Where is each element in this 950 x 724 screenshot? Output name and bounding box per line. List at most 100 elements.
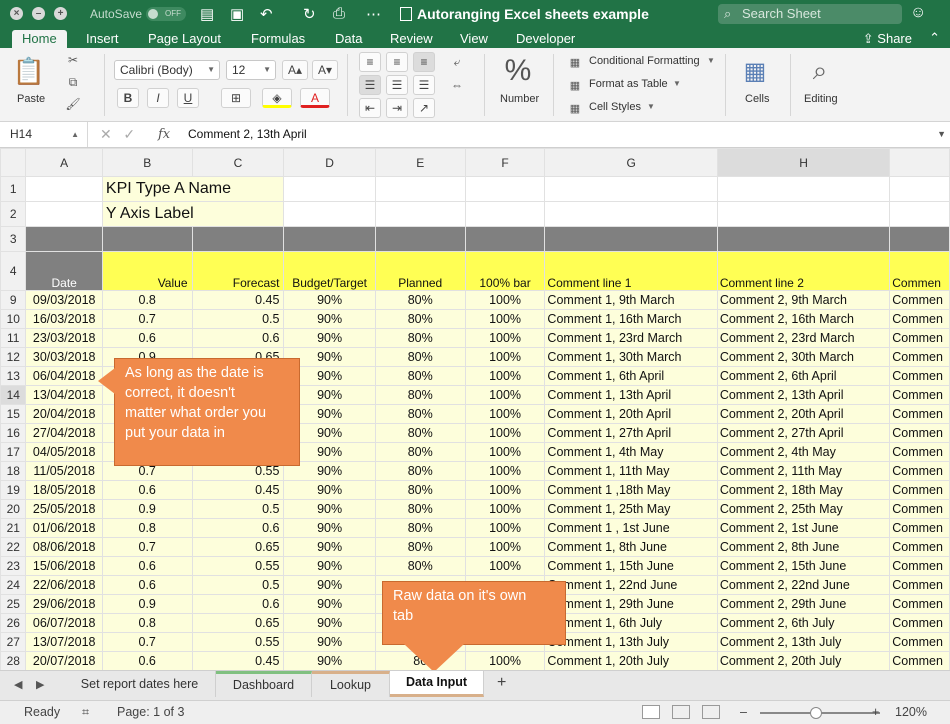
data-cell[interactable]: Comment 1, 23rd March — [544, 328, 718, 348]
data-cell[interactable]: Commen — [889, 347, 950, 367]
bold-button[interactable]: B — [117, 88, 139, 108]
data-cell[interactable]: 90% — [283, 613, 376, 633]
cell-a1[interactable] — [25, 176, 103, 202]
data-cell[interactable]: Comment 1 , 1st June — [544, 518, 718, 538]
copy-icon[interactable]: ⧉ — [64, 74, 82, 90]
tab-data[interactable]: Data — [325, 30, 372, 48]
align-center-icon[interactable]: ☰ — [386, 75, 408, 95]
undo-icon[interactable]: ↶ — [260, 5, 273, 23]
paste-icon[interactable]: 📋 — [12, 54, 46, 88]
italic-button[interactable]: I — [147, 88, 169, 108]
data-cell[interactable]: Comment 2, 27th April — [716, 423, 891, 443]
format-painter-icon[interactable]: 🖌 — [64, 96, 82, 112]
data-cell[interactable]: Commen — [889, 480, 950, 500]
data-cell[interactable]: 0.6 — [101, 328, 193, 348]
row-header[interactable]: 10 — [0, 309, 27, 329]
column-header-h[interactable]: H — [716, 148, 891, 177]
data-cell[interactable]: 80% — [374, 499, 466, 519]
row-header[interactable]: 16 — [0, 423, 27, 443]
gray-band-cell[interactable] — [889, 226, 950, 252]
data-cell[interactable]: 16/03/2018 — [25, 309, 103, 329]
decrease-indent-icon[interactable]: ⇤ — [359, 98, 381, 118]
row-header[interactable]: 17 — [0, 442, 27, 462]
data-cell[interactable]: 0.6 — [101, 480, 193, 500]
data-cell[interactable]: 100% — [464, 461, 546, 481]
gray-band-cell[interactable] — [25, 226, 103, 252]
data-cell[interactable]: Comment 2, 29th June — [716, 594, 891, 614]
data-cell[interactable]: 80% — [374, 461, 466, 481]
data-cell[interactable]: 0.6 — [191, 328, 285, 348]
column-heading-cell[interactable]: 100% bar — [464, 251, 546, 291]
editing-label[interactable]: Editing — [804, 93, 838, 105]
format-as-table-button[interactable]: Format as Table — [589, 78, 668, 90]
cell-styles-button[interactable]: Cell Styles — [589, 101, 641, 113]
row-header[interactable]: 12 — [0, 347, 27, 367]
data-cell[interactable]: 80% — [374, 328, 466, 348]
data-cell[interactable]: Commen — [889, 556, 950, 576]
column-heading-cell[interactable]: Planned — [374, 251, 466, 291]
customize-toolbar-icon[interactable]: ⋯ — [366, 5, 381, 23]
data-cell[interactable]: Commen — [889, 632, 950, 652]
data-cell[interactable]: Comment 1, 13th July — [544, 632, 718, 652]
column-header-e[interactable]: E — [374, 148, 466, 177]
data-cell[interactable]: 04/05/2018 — [25, 442, 103, 462]
data-cell[interactable]: Commen — [889, 594, 950, 614]
data-cell[interactable]: Commen — [889, 575, 950, 595]
data-cell[interactable]: 80% — [374, 518, 466, 538]
data-cell[interactable]: Comment 1, 25th May — [544, 499, 718, 519]
name-box[interactable]: H14 ▲ — [0, 122, 88, 147]
data-cell[interactable]: 0.8 — [101, 613, 193, 633]
data-cell[interactable]: 100% — [464, 404, 546, 424]
column-header-d[interactable]: D — [283, 148, 376, 177]
decrease-font-size-button[interactable]: A▾ — [312, 60, 338, 80]
data-cell[interactable]: 90% — [283, 328, 376, 348]
data-cell[interactable]: 100% — [464, 347, 546, 367]
row-header[interactable]: 26 — [0, 613, 27, 633]
data-cell[interactable]: Comment 1, 22nd June — [544, 575, 718, 595]
cut-icon[interactable]: ✂ — [64, 52, 82, 68]
underline-button[interactable]: U — [177, 88, 199, 108]
data-cell[interactable]: Comment 1, 6th July — [544, 613, 718, 633]
gray-band-cell[interactable] — [464, 226, 546, 252]
row-header[interactable]: 9 — [0, 290, 27, 310]
data-cell[interactable]: 0.5 — [191, 309, 285, 329]
collapse-ribbon-icon[interactable]: ⌃ — [929, 30, 940, 46]
cells-icon[interactable]: ▦ — [738, 56, 772, 86]
gray-band-cell[interactable] — [544, 226, 718, 252]
empty-cell[interactable] — [716, 201, 891, 227]
data-cell[interactable]: 25/05/2018 — [25, 499, 103, 519]
row-header[interactable]: 14 — [0, 385, 27, 405]
increase-indent-icon[interactable]: ⇥ — [386, 98, 408, 118]
data-cell[interactable]: Comment 2, 11th May — [716, 461, 891, 481]
data-cell[interactable]: Comment 2, 13th July — [716, 632, 891, 652]
column-heading-cell[interactable]: Comment line 2 — [716, 251, 891, 291]
data-cell[interactable]: 15/06/2018 — [25, 556, 103, 576]
paste-label[interactable]: Paste — [17, 93, 45, 105]
data-cell[interactable]: Comment 2, 20th July — [716, 651, 891, 670]
data-cell[interactable]: 0.45 — [191, 651, 285, 670]
data-cell[interactable]: 90% — [283, 309, 376, 329]
data-cell[interactable]: Comment 1, 20th July — [544, 651, 718, 670]
worksheet-grid[interactable]: A B C D E F G H 1 KPI Type A Name 2 Y Axis Label 3 4 D… — [0, 148, 950, 670]
kpi-name-cell[interactable]: KPI Type A Name — [101, 176, 285, 202]
data-cell[interactable]: 100% — [464, 556, 546, 576]
data-cell[interactable]: 80% — [374, 442, 466, 462]
row-header[interactable]: 18 — [0, 461, 27, 481]
data-cell[interactable]: Commen — [889, 366, 950, 386]
data-cell[interactable]: 90% — [283, 632, 376, 652]
data-cell[interactable]: 90% — [283, 480, 376, 500]
fill-color-icon[interactable]: ◈ — [262, 88, 292, 108]
data-cell[interactable]: 0.6 — [101, 575, 193, 595]
row-header[interactable]: 25 — [0, 594, 27, 614]
empty-cell[interactable] — [889, 201, 950, 227]
wrap-text-icon[interactable]: ⤶ — [447, 53, 467, 71]
next-sheet-icon[interactable]: ▶ — [36, 678, 44, 691]
empty-cell[interactable] — [374, 201, 466, 227]
empty-cell[interactable] — [464, 176, 546, 202]
add-sheet-icon[interactable]: + — [497, 674, 506, 692]
data-cell[interactable]: 100% — [464, 442, 546, 462]
gray-band-cell[interactable] — [101, 226, 193, 252]
tab-view[interactable]: View — [450, 30, 498, 48]
data-cell[interactable]: Comment 2, 6th July — [716, 613, 891, 633]
sidebar-icon[interactable]: ▤ — [200, 5, 214, 23]
